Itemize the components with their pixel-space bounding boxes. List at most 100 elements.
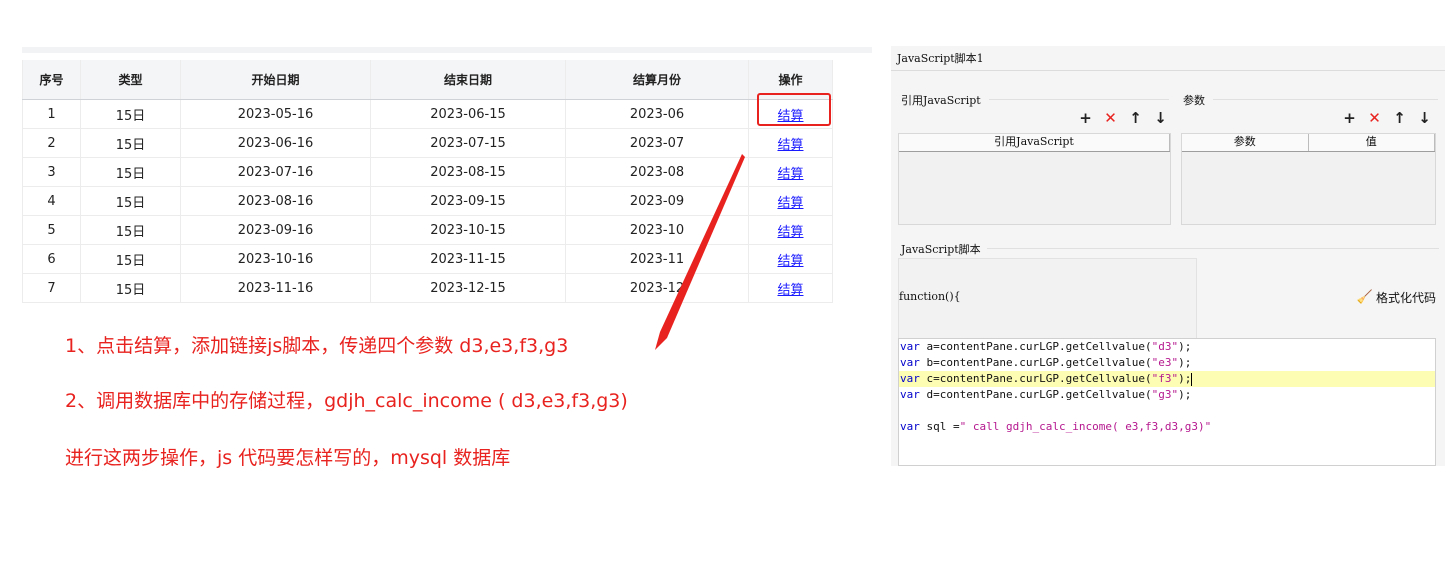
row-start-date: 2023-06-16: [180, 128, 371, 158]
code-token-tail: );: [1178, 388, 1192, 401]
row-settle-month: 2023-12: [565, 273, 749, 303]
code-token-text: c=contentPane.curLGP.getCellvalue(: [919, 372, 1152, 385]
settle-link[interactable]: 结算: [777, 138, 803, 153]
row-no: 7: [22, 273, 81, 303]
row-type: 15日: [80, 215, 181, 245]
row-start-date: 2023-10-16: [180, 244, 371, 274]
code-token-kw: var: [900, 356, 920, 369]
table-header-row: 序号 类型 开始日期 结束日期 结算月份 操作: [22, 60, 833, 100]
note-line-3: 进行这两步操作，js 代码要怎样写的，mysql 数据库: [65, 447, 511, 469]
row-end-date: 2023-12-15: [370, 273, 566, 303]
code-token-tail: );: [1178, 372, 1192, 385]
row-action: 结算: [748, 244, 833, 274]
param-move-up-button[interactable]: ↑: [1392, 109, 1407, 127]
param-toolbar: + ✕ ↑ ↓: [1342, 109, 1432, 127]
row-no: 6: [22, 244, 81, 274]
row-end-date: 2023-09-15: [370, 186, 566, 216]
code-token-text: b=contentPane.curLGP.getCellvalue(: [919, 356, 1152, 369]
row-action: 结算: [748, 157, 833, 187]
settle-link[interactable]: 结算: [777, 225, 803, 240]
settle-link[interactable]: 结算: [777, 196, 803, 211]
table-top-strip: [22, 47, 872, 53]
code-line[interactable]: var b=contentPane.curLGP.getCellvalue("e…: [899, 355, 1435, 371]
settle-link[interactable]: 结算: [777, 283, 803, 298]
row-end-date: 2023-10-15: [370, 215, 566, 245]
row-start-date: 2023-11-16: [180, 273, 371, 303]
row-type: 15日: [80, 157, 181, 187]
param-value-column-header[interactable]: 值: [1309, 134, 1435, 151]
ref-delete-button[interactable]: ✕: [1103, 109, 1118, 127]
table-row: 4 15日 2023-08-16 2023-09-15 2023-09 结算: [22, 186, 833, 216]
ref-js-list[interactable]: 引用JavaScript: [898, 133, 1171, 225]
note-line-2: 2、调用数据库中的存储过程，gdjh_calc_income ( d3,e3,f…: [65, 390, 628, 412]
code-token-tail: );: [1178, 356, 1192, 369]
row-settle-month: 2023-07: [565, 128, 749, 158]
row-start-date: 2023-07-16: [180, 157, 371, 187]
text-cursor: [1191, 372, 1193, 386]
table-row: 5 15日 2023-09-16 2023-10-15 2023-10 结算: [22, 215, 833, 245]
code-line[interactable]: var d=contentPane.curLGP.getCellvalue("g…: [899, 387, 1435, 403]
code-token-tail: );: [1178, 340, 1192, 353]
param-section-label: 参数: [1183, 94, 1205, 107]
code-token-str: "f3": [1151, 372, 1179, 385]
format-code-label: 格式化代码: [1375, 291, 1436, 305]
ref-move-down-button[interactable]: ↓: [1153, 109, 1168, 127]
row-action: 结算: [748, 186, 833, 216]
param-list[interactable]: 参数 值: [1181, 133, 1436, 225]
settle-link[interactable]: 结算: [777, 167, 803, 182]
row-type: 15日: [80, 99, 181, 129]
ref-js-toolbar: + ✕ ↑ ↓: [1078, 109, 1168, 127]
row-action: 结算: [748, 128, 833, 158]
ref-move-up-button[interactable]: ↑: [1128, 109, 1143, 127]
row-type: 15日: [80, 128, 181, 158]
row-start-date: 2023-05-16: [180, 99, 371, 129]
table-row: 6 15日 2023-10-16 2023-11-15 2023-11 结算: [22, 244, 833, 274]
code-token-kw: var: [900, 340, 920, 353]
row-action: 结算: [748, 215, 833, 245]
code-token-kw: var: [900, 372, 920, 385]
param-name-column-header[interactable]: 参数: [1182, 134, 1309, 151]
param-move-down-button[interactable]: ↓: [1417, 109, 1432, 127]
settlement-table: 序号 类型 开始日期 结束日期 结算月份 操作 1 15日 2023-05-16 20…: [22, 60, 833, 303]
code-token-str: "e3": [1151, 356, 1179, 369]
ref-js-column-header[interactable]: 引用JavaScript: [899, 134, 1170, 151]
broom-icon: 🧹: [1356, 290, 1373, 305]
function-header-text: function(){: [899, 290, 961, 303]
header-type: 类型: [80, 60, 181, 100]
row-start-date: 2023-09-16: [180, 215, 371, 245]
code-token-kw: var: [900, 388, 920, 401]
header-end-date: 结束日期: [370, 60, 566, 100]
ref-add-button[interactable]: +: [1078, 109, 1093, 127]
code-token-kw: var: [900, 420, 920, 433]
js-script-panel: JavaScript脚本1 引用JavaScript + ✕ ↑ ↓ 引用Jav…: [891, 46, 1445, 466]
row-settle-month: 2023-06: [565, 99, 749, 129]
table-row: 3 15日 2023-07-16 2023-08-15 2023-08 结算: [22, 157, 833, 187]
settle-link-highlight: [757, 93, 831, 126]
code-token-str: "d3": [1151, 340, 1179, 353]
settle-link[interactable]: 结算: [777, 254, 803, 269]
row-settle-month: 2023-11: [565, 244, 749, 274]
header-settle-month: 结算月份: [565, 60, 749, 100]
row-no: 1: [22, 99, 81, 129]
settlement-table-container: 序号 类型 开始日期 结束日期 结算月份 操作 1 15日 2023-05-16 20…: [22, 60, 833, 303]
row-end-date: 2023-11-15: [370, 244, 566, 274]
code-line[interactable]: [899, 403, 1435, 419]
code-line[interactable]: var sql =" call gdjh_calc_income( e3,f3,…: [899, 419, 1435, 435]
param-section-line: [1213, 99, 1438, 100]
code-token-str: "g3": [1151, 388, 1179, 401]
row-end-date: 2023-06-15: [370, 99, 566, 129]
code-token-text: sql =: [919, 420, 960, 433]
code-line[interactable]: var c=contentPane.curLGP.getCellvalue("f…: [899, 371, 1435, 387]
param-delete-button[interactable]: ✕: [1367, 109, 1382, 127]
code-token-text: d=contentPane.curLGP.getCellvalue(: [919, 388, 1152, 401]
format-code-button[interactable]: 🧹 格式化代码: [1357, 289, 1436, 306]
code-line[interactable]: var a=contentPane.curLGP.getCellvalue("d…: [899, 339, 1435, 355]
script-section-line: [987, 248, 1439, 249]
row-type: 15日: [80, 186, 181, 216]
code-editor[interactable]: var a=contentPane.curLGP.getCellvalue("d…: [898, 338, 1436, 466]
param-add-button[interactable]: +: [1342, 109, 1357, 127]
script-section-label: JavaScript脚本: [901, 243, 981, 256]
panel-title: JavaScript脚本1: [897, 52, 984, 65]
row-no: 4: [22, 186, 81, 216]
table-row: 2 15日 2023-06-16 2023-07-15 2023-07 结算: [22, 128, 833, 158]
